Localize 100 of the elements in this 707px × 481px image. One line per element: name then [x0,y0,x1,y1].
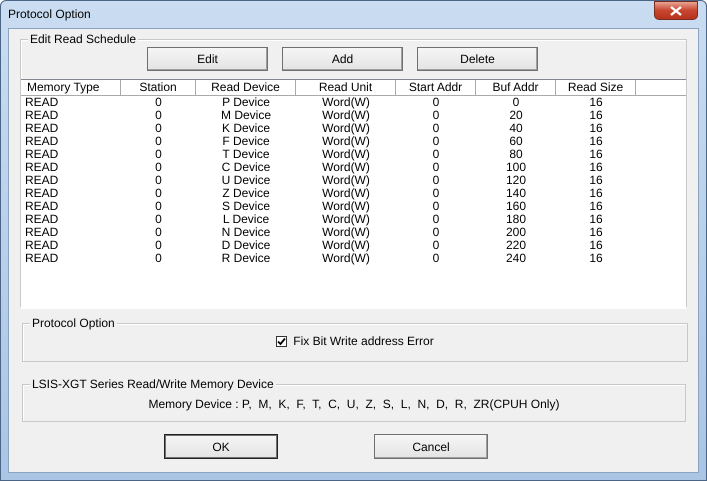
table-cell-text: U Device [220,174,272,187]
table-cell-text: C Device [220,161,272,174]
table-cell-text: 16 [588,187,604,200]
table-cell-text: Word(W) [321,161,371,174]
table-cell-text: READ [24,174,60,187]
dialog-button[interactable]: Cancel [374,434,488,459]
table-cell-text: 0 [432,161,440,174]
table-cell-text: Word(W) [321,122,371,135]
table-cell-text: 0 [432,239,440,252]
table-cell-text: 0 [512,96,520,109]
checkbox-label[interactable]: Fix Bit Write address Error [293,334,434,348]
table-cell-text: READ [24,200,60,213]
table-cell-text: READ [24,122,60,135]
table-cell-text: 0 [154,226,163,239]
table-cell-text: 0 [154,96,163,109]
table-cell-text: 0 [432,174,440,187]
table-cell-text: READ [24,161,60,174]
group-title: Protocol Option [30,316,117,330]
table-cell-text: 80 [508,148,524,161]
column-header[interactable]: Read Size [556,80,636,95]
table-cell-text: READ [24,96,60,109]
window-title: Protocol Option [8,6,91,20]
table-cell-text: 0 [432,252,440,265]
table-cell-text: 16 [588,239,604,252]
table-cell-text: 140 [504,187,528,200]
table-cell-text: 16 [588,109,604,122]
table-cell-text: READ [24,252,60,265]
table-cell-text: 220 [504,239,528,252]
table-cell-text: 16 [588,213,604,226]
table-cell-text: 16 [588,122,604,135]
table-cell-text: 0 [432,122,440,135]
table-cell-text: N Device [220,226,272,239]
table-cell-text: 20 [508,109,524,122]
column-header[interactable]: Buf Addr [476,80,556,95]
table-cell-text: 120 [504,174,528,187]
table-cell-text: L Device [222,213,270,226]
table-cell-text: Word(W) [321,213,371,226]
table-cell-text: S Device [220,200,272,213]
table-cell-text: 16 [588,226,604,239]
table-cell-text: 0 [432,148,440,161]
table-cell-text: 0 [154,122,163,135]
table-cell-text: 180 [504,213,528,226]
table-cell-text: 0 [154,252,163,265]
table-cell-text: 16 [588,200,604,213]
table-cell-text: 0 [154,148,163,161]
group-title: Edit Read Schedule [28,32,138,46]
table-cell-text: 240 [504,252,528,265]
table-cell-text: Word(W) [321,239,371,252]
table-cell-text: 0 [154,239,163,252]
dialog-button[interactable]: OK [164,434,278,459]
table-cell-text: 0 [432,187,440,200]
table-cell-text: 40 [508,122,524,135]
group-title: LSIS-XGT Series Read/Write Memory Device [30,377,276,391]
table-cell-text: R Device [220,252,272,265]
toolbar-button[interactable]: Delete [417,47,538,71]
column-header[interactable]: Station [121,80,196,95]
table-cell-text: READ [24,187,60,200]
close-button[interactable] [654,1,698,20]
table-cell-text: Word(W) [321,252,371,265]
table-cell-text: READ [24,226,60,239]
table-cell-text: 16 [588,135,604,148]
table-cell-text: 16 [588,174,604,187]
table-cell-text: Word(W) [321,135,371,148]
close-icon [670,6,682,16]
table-cell-text: Word(W) [321,187,371,200]
table-cell-text: 0 [432,135,440,148]
table-cell-text: Word(W) [321,226,371,239]
table-cell-text: 60 [508,135,524,148]
table-cell-text: Word(W) [321,200,371,213]
table-cell-text: 0 [154,200,163,213]
table-cell-text: 0 [432,96,440,109]
table-cell-text: D Device [220,239,272,252]
table-cell-text: M Device [220,109,272,122]
table-cell-text: 0 [154,187,163,200]
toolbar-button[interactable]: Add [282,47,403,71]
table-cell-text: 16 [588,252,604,265]
column-header[interactable]: Read Device [196,80,296,95]
table-cell-text: 0 [154,161,163,174]
table-cell-text: 0 [432,200,440,213]
table-cell-text: 0 [432,226,440,239]
table-cell-text: Word(W) [321,148,371,161]
info-text: Memory Device : P, M, K, F, T, C, U, Z, S, L, N, D, R, ZR(CPUH Only) [148,397,560,411]
table-cell-text: READ [24,135,60,148]
column-header[interactable]: Read Unit [296,80,396,95]
table-cell-text: 16 [588,148,604,161]
column-header[interactable]: Start Addr [396,80,476,95]
table-cell-text: 160 [504,200,528,213]
toolbar-button[interactable]: Edit [147,47,268,71]
table-cell-text: 0 [154,213,163,226]
table-cell-text: 0 [154,109,163,122]
table-cell-text: 100 [504,161,528,174]
table-cell-text: 0 [154,135,163,148]
table-cell-text: K Device [220,122,272,135]
table-cell-text: READ [24,109,60,122]
table-cell-text: READ [24,148,60,161]
table-cell-text: P Device [221,96,271,109]
column-header[interactable]: Memory Type [21,80,121,95]
checkbox[interactable] [276,336,288,346]
table-cell-text: 16 [588,161,604,174]
table-cell-text: READ [24,239,60,252]
